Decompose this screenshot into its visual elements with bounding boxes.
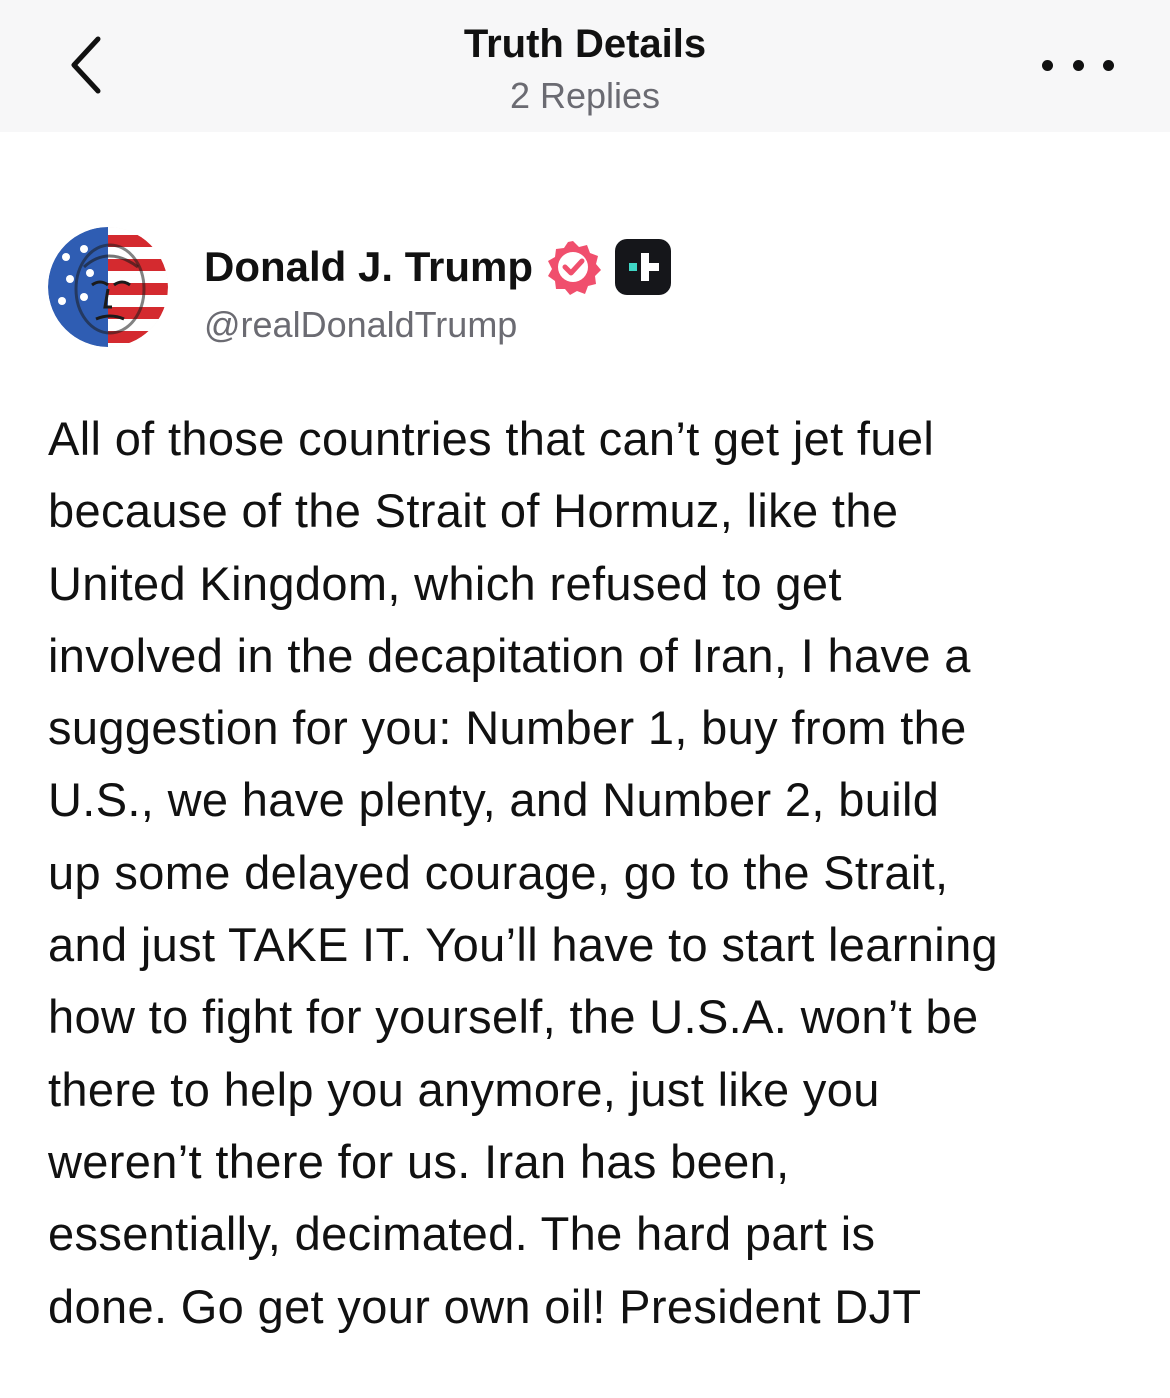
post-line: weren’t there for us. Iran has been, bbox=[48, 1134, 790, 1188]
author-handle[interactable]: @realDonaldTrump bbox=[204, 301, 517, 349]
avatar[interactable] bbox=[48, 227, 168, 347]
replies-count: 2 Replies bbox=[509, 75, 661, 116]
more-horizontal-icon bbox=[1042, 59, 1053, 71]
post-line: and just TAKE IT. You’ll have to start l… bbox=[48, 918, 999, 972]
more-options-button[interactable] bbox=[1042, 50, 1114, 80]
post-line: All of those countries that can’t get je… bbox=[48, 412, 935, 465]
post-line: involved in the decapitation of Iran, I … bbox=[48, 628, 971, 682]
post-line: done. Go get your own oil! President DJT bbox=[48, 1279, 922, 1333]
avatar-image bbox=[48, 227, 168, 347]
more-horizontal-icon bbox=[1103, 59, 1114, 71]
truth-plus-badge-icon bbox=[615, 239, 672, 295]
header-titles: Truth Details 2 Replies bbox=[0, 20, 1170, 120]
post-line: there to help you anymore, just like you bbox=[48, 1062, 880, 1116]
post-line: how to fight for yourself, the U.S.A. wo… bbox=[48, 990, 979, 1044]
top-nav-bar: Truth Details 2 Replies bbox=[0, 0, 1170, 132]
author-name[interactable]: Donald J. Trump bbox=[204, 241, 533, 293]
verified-badge-icon bbox=[548, 241, 602, 295]
post-line: essentially, decimated. The hard part is bbox=[48, 1207, 876, 1261]
post-line: suggestion for you: Number 1, buy from t… bbox=[48, 701, 967, 755]
post-line: because of the Strait of Hormuz, like th… bbox=[48, 484, 899, 538]
post-line: U.S., we have plenty, and Number 2, buil… bbox=[48, 773, 940, 827]
post-line: up some delayed courage, go to the Strai… bbox=[48, 845, 949, 899]
name-row: Donald J. Trump bbox=[204, 239, 672, 295]
post-text: All of those countries that can’t get je… bbox=[48, 403, 1128, 1343]
post-author: Donald J. Trump @realDonaldTrump bbox=[48, 227, 1118, 351]
post-line: United Kingdom, which refused to get bbox=[48, 556, 842, 610]
page-title: Truth Details bbox=[463, 22, 707, 66]
more-horizontal-icon bbox=[1072, 59, 1084, 71]
